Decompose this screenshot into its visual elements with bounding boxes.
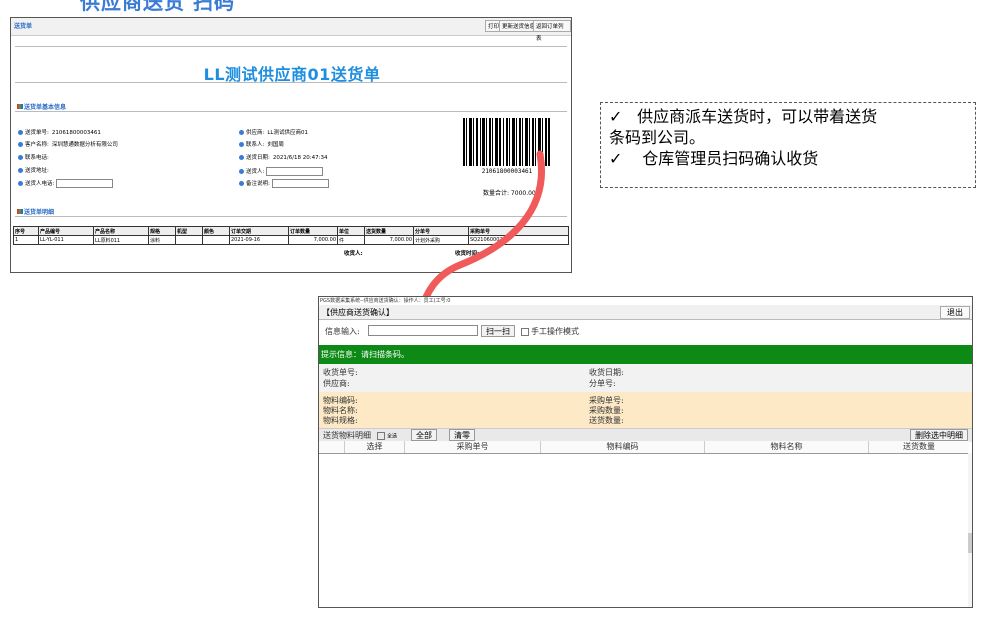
col-header: 产品名称 [93, 226, 149, 236]
field-phone: 联系电话: [18, 154, 49, 162]
check-icon: ✓ [609, 149, 623, 168]
callout-line: 条码到公司。 [609, 128, 706, 147]
supplier-label: 供应商: [323, 379, 350, 388]
field-contact: 联系人: 刘国周 [239, 141, 284, 149]
scrollbar-thumb[interactable] [968, 533, 972, 553]
page-heading: 供应商送货 扫码 [80, 0, 235, 14]
field-deliverer: 送货人: [239, 167, 324, 176]
clear-button[interactable]: 清零 [449, 429, 475, 441]
grid-scrollbar[interactable] [968, 453, 972, 607]
table-cell: 7,000.00 [288, 235, 338, 245]
exit-button[interactable]: 退出 [940, 306, 970, 319]
scan-button[interactable]: 扫一扫 [481, 325, 515, 337]
delivery-note-window-title: 送货单 [14, 23, 33, 30]
table-cell [202, 235, 230, 245]
info-input-label: 信息输入: [325, 327, 360, 336]
bullet-icon [18, 181, 23, 186]
callout-box: ✓ 供应商派车送货时，可以带着送货 条码到公司。 ✓ 仓库管理员扫码确认收货 [600, 102, 976, 188]
table-cell: 件 [337, 235, 365, 245]
col-header: 机型 [175, 226, 203, 236]
section-detail: 送货单明细 [17, 207, 54, 216]
col-header: 产品编号 [38, 226, 94, 236]
table-cell: LL原料011 [93, 235, 149, 245]
remark-input[interactable] [271, 179, 329, 188]
deliverer-input[interactable] [266, 167, 324, 176]
col-header: 订单数量 [288, 226, 338, 236]
bullet-icon [239, 155, 244, 160]
tip-bar: 提示信息：请扫描条码。 [319, 345, 972, 364]
grid-col-material-name: 物料名称 [705, 441, 869, 453]
receiver-label: 收货人: [344, 251, 363, 257]
field-customer: 客户名称: 深圳慧通数据分析有限公司 [18, 141, 118, 149]
field-delivery-date: 送货日期: 2021/6/18 20:47:34 [239, 154, 328, 162]
delivery-confirm-panel: PGS数据采集系统--供应商送货确认：操作人：员工(工号:0 【供应商送货确认】… [318, 296, 973, 608]
table-cell: 涂料 [148, 235, 176, 245]
check-icon: ✓ [609, 107, 623, 126]
grid-col-purchase-no: 采购单号 [405, 441, 541, 453]
table-cell: LL-YL-011 [38, 235, 94, 245]
material-info-area: 物料编码: 物料名称: 物料规格: 采购单号: 采购数量: 送货数量: [319, 392, 972, 428]
receipt-no-label: 收货单号: [323, 368, 358, 377]
material-spec-label: 物料规格: [323, 416, 358, 425]
select-all-label: 全选 [387, 433, 398, 440]
delivery-note-toolbar: 送货单 打印 更新送货信息 返回订单列表 [11, 18, 571, 42]
deliverer-phone-input[interactable] [56, 179, 114, 188]
material-list-toolbar: 送货物料明细 全选 全部 清零 删除选中明细 [319, 428, 972, 442]
grid-col-delivery-qty: 送货数量 [903, 442, 935, 451]
field-remark: 备注说明: [239, 179, 329, 188]
back-to-orders-button[interactable]: 返回订单列表 [533, 20, 571, 42]
material-list-title: 送货物料明细 [323, 431, 371, 440]
callout-line: ✓ 供应商派车送货时，可以带着送货 [609, 107, 878, 126]
all-button[interactable]: 全部 [411, 429, 437, 441]
material-grid-header: 选择 采购单号 物料编码 物料名称 送货数量 [319, 441, 969, 454]
manual-mode-label: 手工操作模式 [531, 327, 579, 336]
col-header: 单位 [337, 226, 365, 236]
chart-icon [17, 209, 23, 214]
table-cell [175, 235, 203, 245]
col-header: 颜色 [202, 226, 230, 236]
bullet-icon [239, 130, 244, 135]
chart-icon [17, 104, 23, 109]
divider [15, 82, 567, 83]
sub-order-label: 分单号: [589, 379, 616, 388]
bullet-icon [239, 169, 244, 174]
grid-col-spacer [319, 441, 345, 453]
col-header: 规格 [148, 226, 176, 236]
field-deliverer-phone: 送货人电话: [18, 179, 114, 188]
manual-mode-checkbox[interactable]: 手工操作模式 [521, 326, 579, 337]
bullet-icon [18, 155, 23, 160]
table-cell: 2021-09-16 [229, 235, 289, 245]
grid-col-select: 选择 [345, 441, 405, 453]
select-all-checkbox[interactable]: 全选 [377, 432, 397, 440]
section-detail-label: 送货单明细 [24, 209, 55, 216]
checkbox-icon[interactable] [521, 328, 529, 336]
col-header: 订单交期 [229, 226, 289, 236]
bullet-icon [239, 181, 244, 186]
callout-line: ✓ 仓库管理员扫码确认收货 [609, 149, 819, 168]
divider [15, 111, 567, 112]
field-supplier: 供应商: LL测试供应商01 [239, 129, 308, 137]
section-basic-label: 送货单基本信息 [24, 104, 67, 111]
delivery-qty-label: 送货数量: [589, 416, 624, 425]
bullet-icon [239, 142, 244, 147]
field-delivery-no: 送货单号: 21061800003461 [18, 129, 101, 137]
bullet-icon [18, 168, 23, 173]
receipt-date-label: 收货日期: [589, 368, 624, 377]
bullet-icon [18, 142, 23, 147]
grid-col-material-code: 物料编码 [541, 441, 705, 453]
divider [15, 46, 567, 47]
col-header: 序号 [13, 226, 39, 236]
info-input[interactable] [368, 325, 478, 336]
confirm-header: 【供应商送货确认】 退出 [319, 305, 972, 320]
field-address: 送货地址: [18, 167, 49, 175]
section-basic-info: 送货单基本信息 [17, 102, 66, 111]
checkbox-icon[interactable] [377, 432, 385, 440]
app-title: PGS数据采集系统--供应商送货确认：操作人：员工(工号:0 [320, 298, 451, 304]
confirm-title: 【供应商送货确认】 [322, 308, 394, 317]
receipt-info-area: 收货单号: 供应商: 收货日期: 分单号: [319, 364, 972, 392]
delete-selected-button[interactable]: 删除选中明细 [910, 429, 968, 441]
bullet-icon [18, 130, 23, 135]
table-cell: 1 [13, 235, 39, 245]
